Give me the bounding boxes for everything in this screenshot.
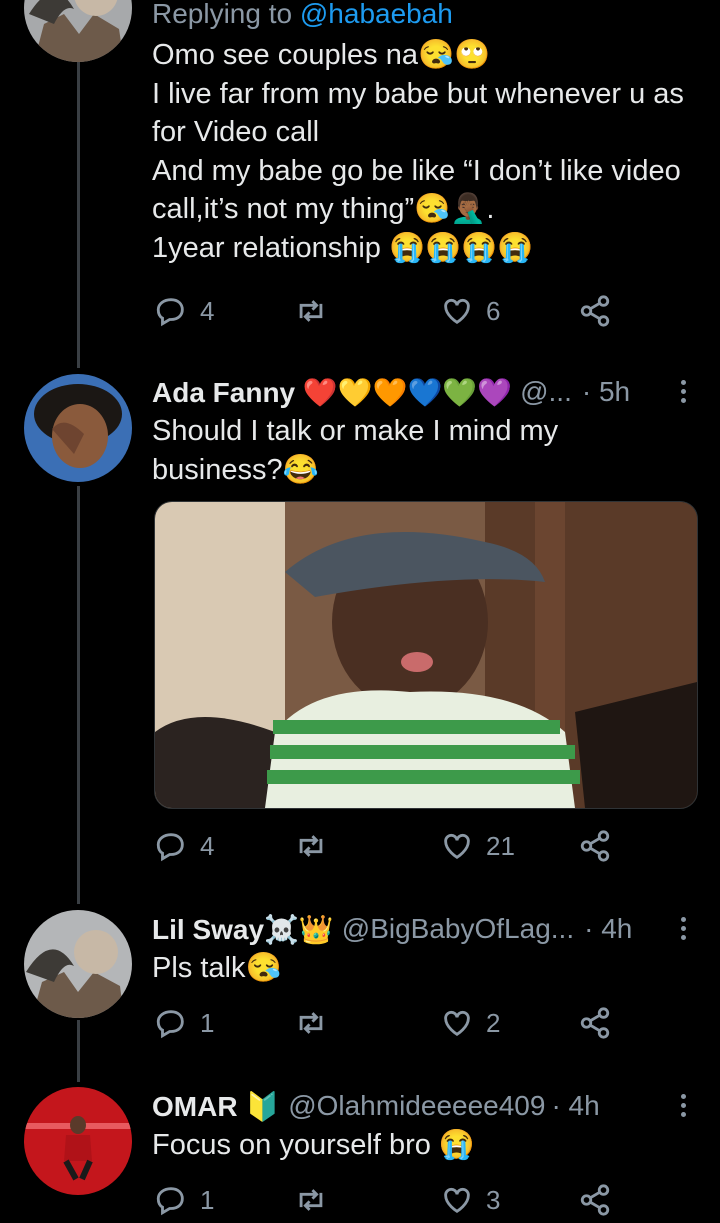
share-icon xyxy=(580,1007,610,1039)
timestamp[interactable]: · 4h xyxy=(551,1090,599,1122)
avatar[interactable] xyxy=(24,1087,132,1195)
display-name[interactable]: OMAR 🔰 xyxy=(152,1090,280,1123)
tweet-actions: 4 21 xyxy=(154,829,624,869)
retweet-button[interactable] xyxy=(294,1183,328,1217)
heart-icon xyxy=(444,1010,470,1037)
heart-icon xyxy=(444,298,470,325)
reply-count: 4 xyxy=(200,830,215,861)
retweet-icon xyxy=(299,300,323,322)
share-button[interactable] xyxy=(578,829,612,863)
tweet-line: for Video call xyxy=(152,116,320,148)
retweet-button[interactable] xyxy=(294,294,328,328)
tweet-line: 1year relationship 😭😭😭😭 xyxy=(152,231,534,264)
tweet-line: Pls talk😪 xyxy=(152,952,282,984)
tweet-line: Focus on yourself bro 😭 xyxy=(152,1129,476,1161)
tweet[interactable]: Ada Fanny ❤️💛🧡💙💚💜 @... · 5h Should I tal… xyxy=(152,372,696,489)
tweet-line: business?😂 xyxy=(152,453,319,486)
tweet-text: Pls talk😪 xyxy=(152,949,696,988)
reply-count: 1 xyxy=(200,1007,215,1038)
retweet-button[interactable] xyxy=(294,829,328,863)
user-handle[interactable]: @Olahmideeeee409 xyxy=(288,1090,545,1122)
share-icon xyxy=(580,830,610,862)
tweet-actions: 4 6 xyxy=(154,294,624,334)
share-button[interactable] xyxy=(578,294,612,328)
tweet-line: And my babe go be like “I don’t like vid… xyxy=(152,154,681,187)
tweet-header: Ada Fanny ❤️💛🧡💙💚💜 @... · 5h xyxy=(152,372,696,412)
tweet-actions: 1 2 xyxy=(154,1006,624,1046)
retweet-icon xyxy=(299,835,323,857)
user-handle[interactable]: @... xyxy=(520,376,572,408)
reply-button[interactable]: 1 xyxy=(154,1183,214,1217)
reply-count: 4 xyxy=(200,295,215,326)
like-button[interactable]: 6 xyxy=(440,294,500,328)
tweet-line: I live far from my babe but whenever u a… xyxy=(152,77,684,110)
like-button[interactable]: 2 xyxy=(440,1006,500,1040)
tweet-line: Omo see couples na😪🙄 xyxy=(152,39,491,71)
thread-line xyxy=(77,1020,80,1082)
thread-line xyxy=(77,62,80,368)
reply-button[interactable]: 4 xyxy=(154,829,214,863)
reply-icon xyxy=(156,1010,184,1039)
retweet-button[interactable] xyxy=(294,1006,328,1040)
user-handle[interactable]: @BigBabyOfLag... xyxy=(342,913,574,945)
like-button[interactable]: 3 xyxy=(440,1183,500,1217)
heart-icon xyxy=(444,1187,470,1214)
replying-to: Replying to @habaebah xyxy=(152,0,696,32)
tweet-text: Focus on yourself bro 😭 xyxy=(152,1126,696,1165)
tweet-line: Should I talk or make I mind my xyxy=(152,415,559,447)
avatar[interactable] xyxy=(24,0,132,62)
display-name[interactable]: Lil Sway☠️👑 xyxy=(152,913,334,946)
avatar[interactable] xyxy=(24,374,132,482)
thread-line xyxy=(77,486,80,904)
tweet-header: Lil Sway☠️👑 @BigBabyOfLag... · 4h xyxy=(152,909,696,949)
tweet-media-image[interactable] xyxy=(154,501,698,809)
tweet[interactable]: OMAR 🔰 @Olahmideeeee409 · 4h Focus on yo… xyxy=(152,1086,696,1165)
like-count: 2 xyxy=(486,1007,501,1038)
reply-button[interactable]: 1 xyxy=(154,1006,214,1040)
timestamp[interactable]: · 4h xyxy=(584,913,632,945)
replying-to-label: Replying to xyxy=(152,0,293,29)
share-icon xyxy=(580,295,610,327)
more-icon[interactable] xyxy=(670,1088,696,1124)
avatar[interactable] xyxy=(24,910,132,1018)
reply-icon xyxy=(156,833,184,862)
reply-button[interactable]: 4 xyxy=(154,294,214,328)
retweet-icon xyxy=(299,1012,323,1034)
tweet-line: call,it’s not my thing”😪🤦🏾‍♂️. xyxy=(152,193,495,225)
share-button[interactable] xyxy=(578,1006,612,1040)
more-icon[interactable] xyxy=(670,374,696,410)
tweet[interactable]: Replying to @habaebah Omo see couples na… xyxy=(152,0,696,267)
tweet[interactable]: Lil Sway☠️👑 @BigBabyOfLag... · 4h Pls ta… xyxy=(152,909,696,988)
reply-icon xyxy=(156,298,184,327)
heart-icon xyxy=(444,833,470,860)
more-icon[interactable] xyxy=(670,911,696,947)
share-icon xyxy=(580,1184,610,1216)
like-count: 6 xyxy=(486,295,501,326)
reply-handle-link[interactable]: @habaebah xyxy=(300,0,453,29)
display-name[interactable]: Ada Fanny ❤️💛🧡💙💚💜 xyxy=(152,376,512,409)
tweet-text: Omo see couples na😪🙄 I live far from my … xyxy=(152,36,696,267)
reply-icon xyxy=(156,1187,184,1216)
like-count: 3 xyxy=(486,1184,501,1215)
reply-count: 1 xyxy=(200,1184,215,1215)
retweet-icon xyxy=(299,1189,323,1211)
like-count: 21 xyxy=(486,830,515,861)
tweet-header: OMAR 🔰 @Olahmideeeee409 · 4h xyxy=(152,1086,696,1126)
tweet-actions: 1 3 xyxy=(154,1183,624,1223)
like-button[interactable]: 21 xyxy=(440,829,515,863)
tweet-text: Should I talk or make I mind my business… xyxy=(152,412,696,489)
timestamp[interactable]: · 5h xyxy=(582,376,630,408)
share-button[interactable] xyxy=(578,1183,612,1217)
